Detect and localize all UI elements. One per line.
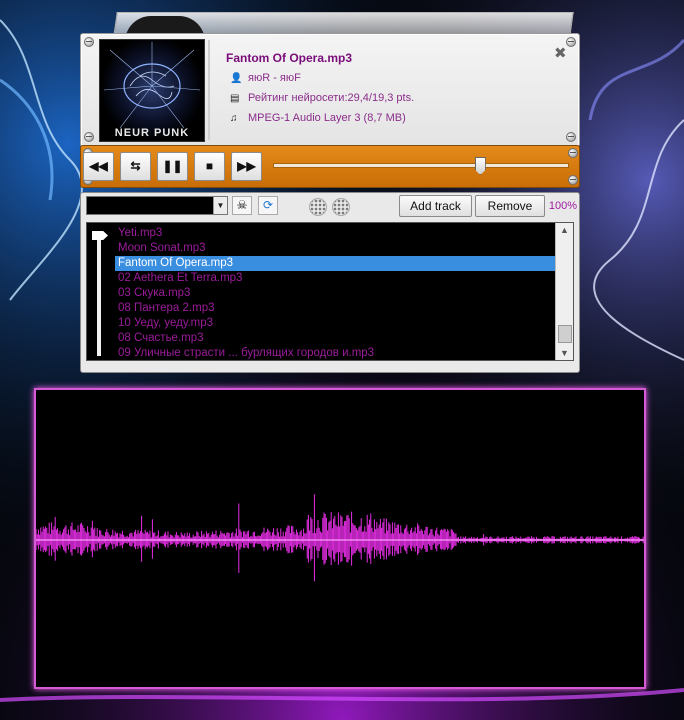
playlist-item[interactable]: 08 Пантера 2.mp3 <box>115 301 556 316</box>
transport-bar: ◀◀ ⇆ ❚❚ ■ ▶▶ <box>80 145 580 188</box>
screw-icon <box>566 37 576 47</box>
speaker-grill-icon <box>332 198 350 216</box>
screw-icon <box>568 148 578 158</box>
scrollbar[interactable]: ▲ ▼ <box>555 223 573 360</box>
pause-button[interactable]: ❚❚ <box>157 152 188 181</box>
playlist-item[interactable]: Fantom Of Opera.mp3 <box>115 256 556 271</box>
stop-button[interactable]: ■ <box>194 152 225 181</box>
headphones-icon: ♫ <box>230 113 238 124</box>
previous-button[interactable]: ◀◀ <box>83 152 114 181</box>
playlist-item[interactable]: 08 Счастье.mp3 <box>115 331 556 346</box>
next-button[interactable]: ▶▶ <box>231 152 262 181</box>
add-track-button[interactable]: Add track <box>399 195 472 217</box>
cover-logo-text: NEUR PUNK <box>114 127 190 139</box>
playlist-combo[interactable]: ▼ <box>86 196 228 215</box>
rating-row: ▤ Рейтинг нейросети:29,4/19,3 pts. <box>230 92 414 104</box>
playlist-item[interactable]: 09 Уличные страсти ... бурлящих городов … <box>115 346 556 360</box>
playlist-list[interactable]: Yeti.mp3 Moon Sonat.mp3 Fantom Of Opera.mp… <box>86 222 574 361</box>
brain-art <box>103 42 201 129</box>
speaker-grill-icon <box>309 198 327 216</box>
volume-percent: 100% <box>548 200 578 212</box>
scroll-down-icon[interactable]: ▼ <box>556 346 573 360</box>
document-icon: ▤ <box>230 93 240 104</box>
scroll-thumb[interactable] <box>558 325 572 343</box>
playlist-items: Yeti.mp3 Moon Sonat.mp3 Fantom Of Opera.mp… <box>115 226 556 360</box>
album-cover: NEUR PUNK <box>99 39 205 142</box>
refresh-icon[interactable]: ⟳ <box>258 196 278 215</box>
track-title: Fantom Of Opera.mp3 <box>226 51 353 65</box>
skull-icon[interactable]: ☠ <box>232 196 252 215</box>
playlist-item[interactable]: 03 Скука.mp3 <box>115 286 556 301</box>
waveform-display <box>34 388 646 689</box>
repeat-button[interactable]: ⇆ <box>120 152 151 181</box>
close-icon[interactable]: ✖ <box>554 46 567 61</box>
seek-thumb[interactable] <box>474 157 486 175</box>
seek-slider[interactable] <box>273 157 569 175</box>
playlist-panel: ▼ ☠ ⟳ Add track Remove 100% Yeti.mp3 Moon… <box>80 192 580 373</box>
format-text: MPEG-1 Audio Layer 3 (8,7 MB) <box>248 112 406 124</box>
screw-icon <box>84 132 94 142</box>
volume-slider[interactable] <box>97 231 101 356</box>
artist-text: яюR - яюF <box>248 72 301 84</box>
screw-icon <box>566 132 576 142</box>
volume-thumb[interactable] <box>92 231 108 240</box>
now-playing-panel: NEUR PUNK Fantom Of Opera.mp3 👤 яюR - яюF… <box>80 33 580 147</box>
playlist-item[interactable]: Moon Sonat.mp3 <box>115 241 556 256</box>
screw-icon <box>568 175 578 185</box>
remove-button[interactable]: Remove <box>475 195 545 217</box>
playlist-item[interactable]: Yeti.mp3 <box>115 226 556 241</box>
rating-text: Рейтинг нейросети:29,4/19,3 pts. <box>248 92 415 104</box>
chevron-down-icon[interactable]: ▼ <box>213 197 227 214</box>
screw-icon <box>84 37 94 47</box>
waveform-svg <box>36 494 644 582</box>
playlist-item[interactable]: 10 Уеду, уеду.mp3 <box>115 316 556 331</box>
artist-row: 👤 яюR - яюF <box>230 72 301 84</box>
divider <box>208 40 210 140</box>
format-row: ♫ MPEG-1 Audio Layer 3 (8,7 MB) <box>230 112 406 124</box>
scroll-up-icon[interactable]: ▲ <box>556 223 573 237</box>
playlist-item[interactable]: 02 Aethera Et Terra.mp3 <box>115 271 556 286</box>
person-icon: 👤 <box>230 73 243 84</box>
